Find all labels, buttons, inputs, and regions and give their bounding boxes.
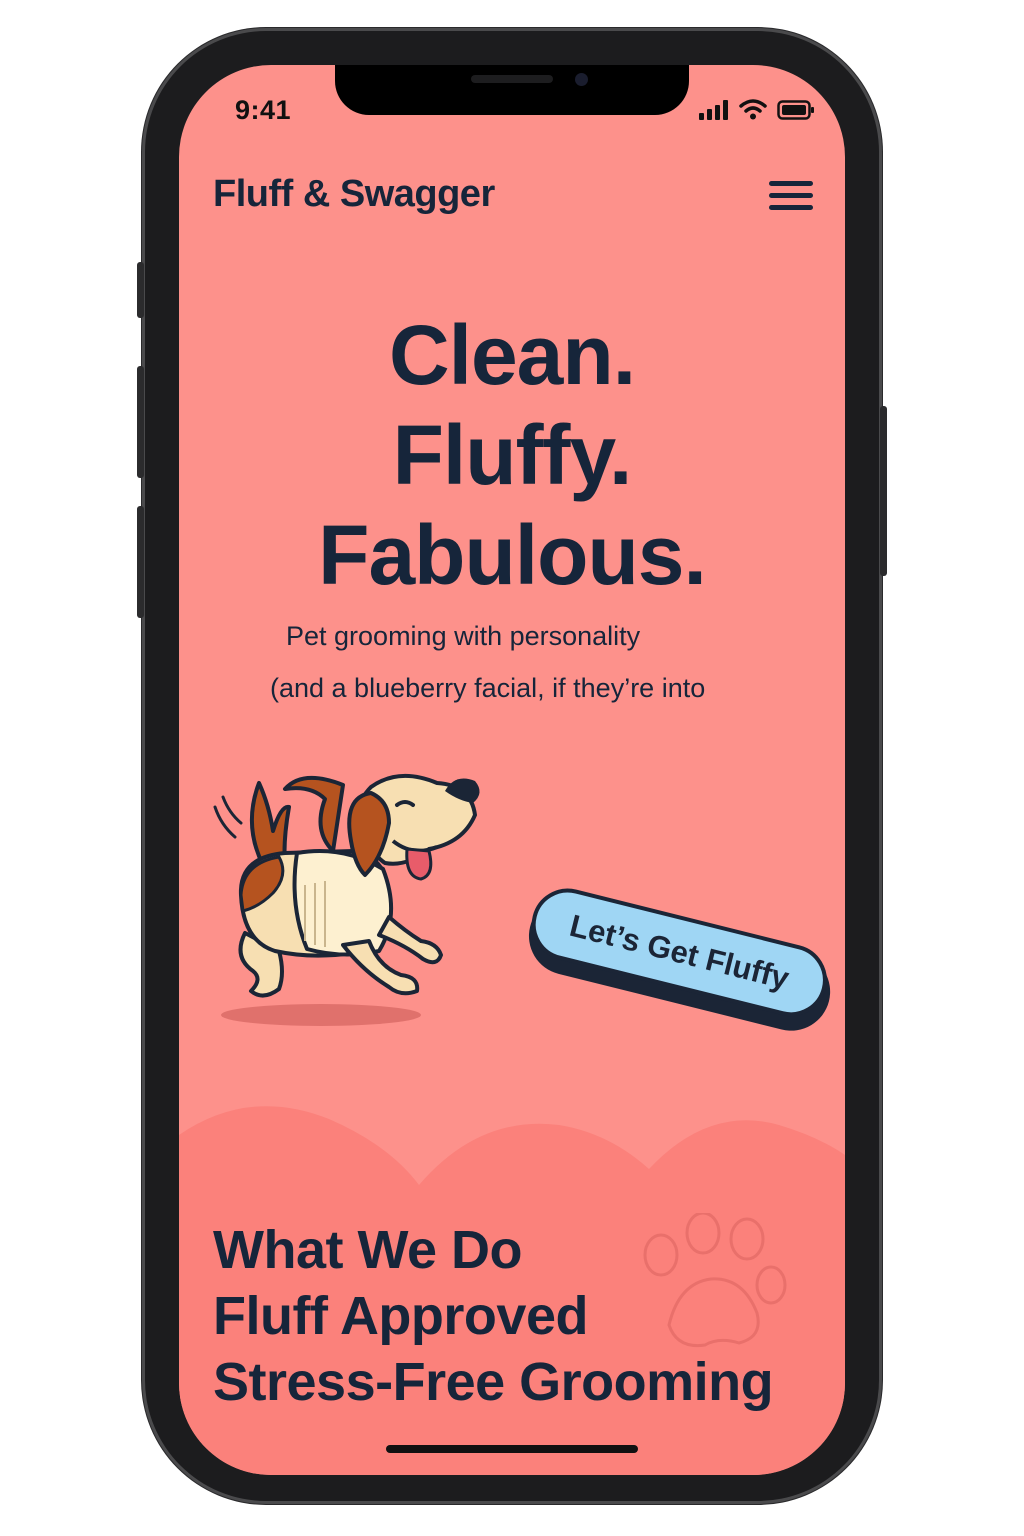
status-icons xyxy=(699,99,815,120)
services-item: Fluff Approved xyxy=(213,1286,588,1346)
power-button xyxy=(880,406,887,576)
brand-logo[interactable]: Fluff & Swagger xyxy=(213,173,495,216)
running-dog-illustration xyxy=(213,773,480,1026)
hero-subtitle-aside: (and a blueberry facial, if they’re into xyxy=(270,673,706,703)
front-camera xyxy=(575,73,588,86)
wifi-icon xyxy=(739,99,767,120)
screen: 9:41 Fluff & Swagger Clean. Fluffy. Fabu… xyxy=(179,65,845,1475)
signal-icon xyxy=(699,99,728,120)
mute-switch xyxy=(137,262,144,318)
hero-title-line: Fabulous. xyxy=(318,508,707,602)
volume-up-button xyxy=(137,366,144,478)
home-indicator[interactable] xyxy=(386,1445,638,1453)
speaker-grille xyxy=(471,75,553,83)
services-section: What We Do Fluff Approved Stress-Free Gr… xyxy=(213,1217,774,1415)
hero-title-line: Fluffy. xyxy=(392,408,633,502)
status-time: 9:41 xyxy=(235,95,292,125)
hero-title-line: Clean. xyxy=(388,308,636,402)
volume-down-button xyxy=(137,506,144,618)
cta-button[interactable]: Let’s Get Fluffy xyxy=(520,880,841,1039)
battery-icon xyxy=(777,99,814,120)
notch xyxy=(335,65,689,115)
hero-title: Clean. Fluffy. Fabulous. xyxy=(179,305,845,605)
hamburger-menu-icon[interactable] xyxy=(769,181,815,217)
services-item: Stress-Free Grooming xyxy=(213,1352,774,1412)
services-heading: What We Do xyxy=(213,1220,522,1280)
hero-subtitle: Pet grooming with personality xyxy=(286,621,641,651)
